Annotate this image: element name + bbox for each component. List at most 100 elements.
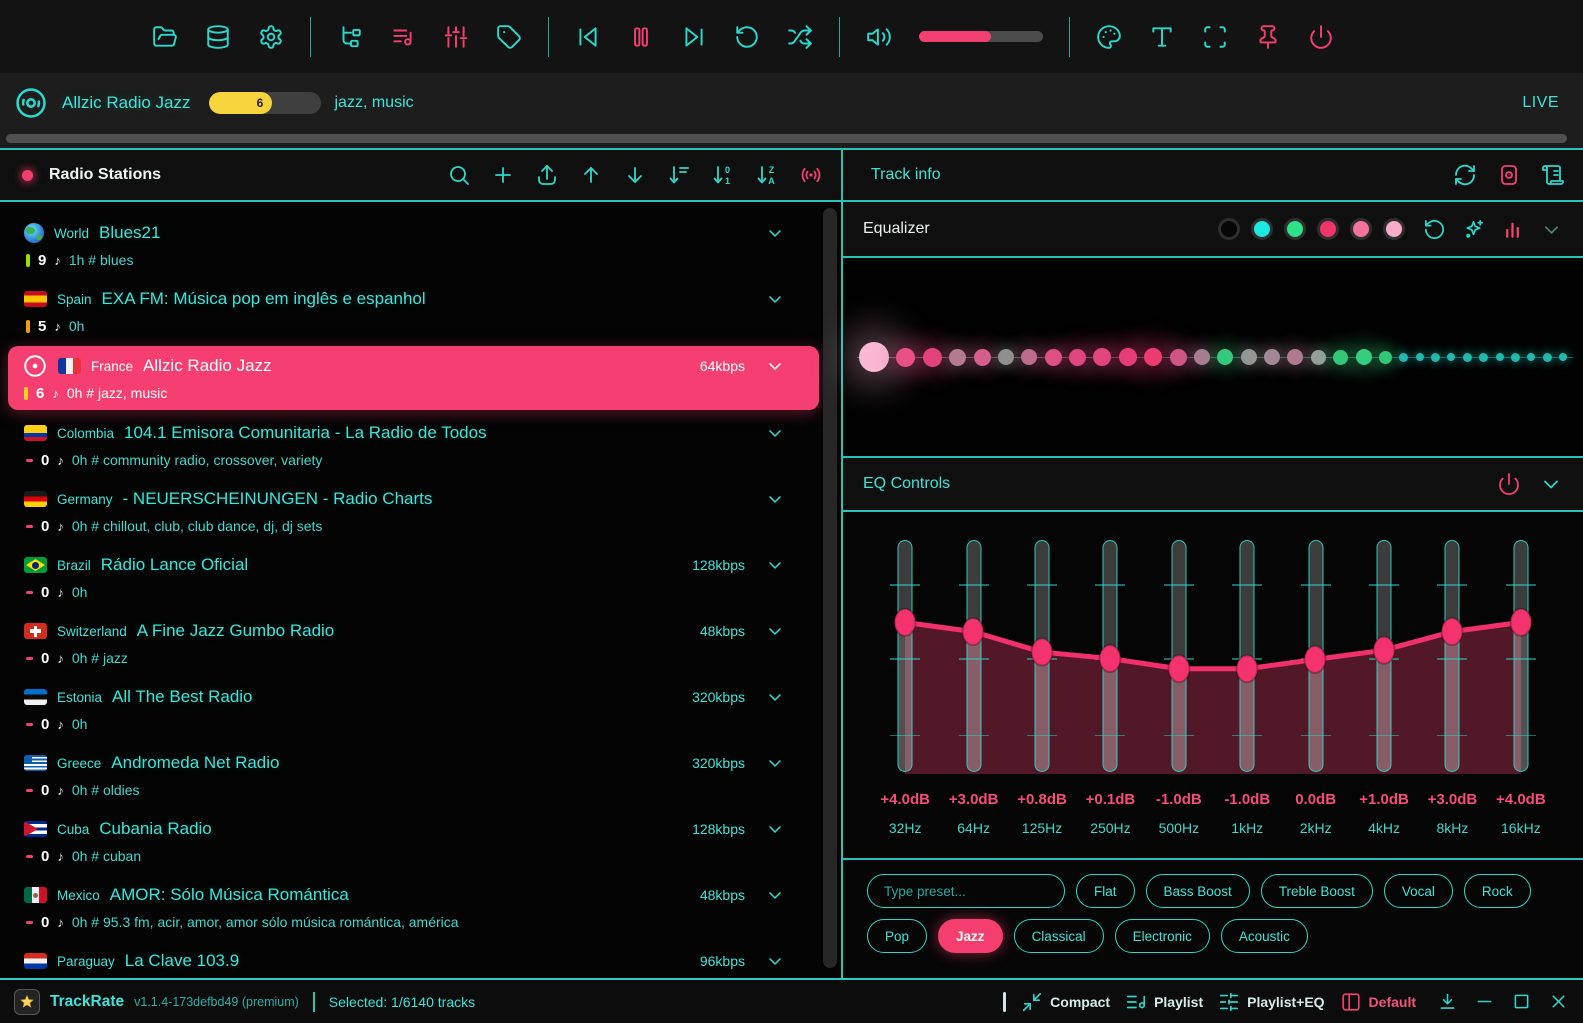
database-icon[interactable] (205, 24, 231, 50)
close-icon[interactable] (1548, 991, 1569, 1012)
scrollbar[interactable] (823, 208, 837, 968)
eq-band-4kHz[interactable] (1350, 540, 1418, 774)
eq-band-250Hz[interactable] (1076, 540, 1144, 774)
text-type-icon[interactable] (1149, 24, 1175, 50)
eq-slider-track[interactable] (1444, 540, 1460, 772)
eq-slider-track[interactable] (1171, 540, 1187, 772)
fullscreen-icon[interactable] (1202, 24, 1228, 50)
upload-icon[interactable] (535, 163, 559, 187)
eq-slider-track[interactable] (1513, 540, 1529, 772)
mini-bars-icon[interactable] (1501, 218, 1524, 241)
tree-icon[interactable] (337, 24, 363, 50)
eq-color-swatch-1[interactable] (1251, 218, 1273, 240)
station-expand-chevron-icon[interactable] (765, 356, 785, 376)
chevron-down-icon[interactable] (1540, 218, 1563, 241)
eq-slider-track[interactable] (1034, 540, 1050, 772)
skip-forward-icon[interactable] (681, 24, 707, 50)
eq-band-500Hz[interactable] (1145, 540, 1213, 774)
station-expand-chevron-icon[interactable] (765, 223, 785, 243)
eq-slider-track[interactable] (1239, 540, 1255, 772)
eq-color-swatch-3[interactable] (1317, 218, 1339, 240)
folder-open-icon[interactable] (152, 24, 178, 50)
preset-button-vocal[interactable]: Vocal (1383, 874, 1453, 908)
power-icon[interactable] (1308, 24, 1334, 50)
preset-button-pop[interactable]: Pop (867, 919, 928, 953)
eq-slider-track[interactable] (1308, 540, 1324, 772)
arrow-down-icon[interactable] (623, 163, 647, 187)
preset-button-jazz[interactable]: Jazz (938, 919, 1003, 953)
eq-band-2kHz[interactable] (1281, 540, 1349, 774)
eq-slider-track[interactable] (1376, 540, 1392, 772)
view-toggle-playlist-eq[interactable]: Playlist+EQ (1218, 991, 1325, 1013)
eq-color-swatch-5[interactable] (1383, 218, 1405, 240)
station-expand-chevron-icon[interactable] (765, 951, 785, 971)
preset-button-rock[interactable]: Rock (1463, 874, 1531, 908)
eq-color-swatch-2[interactable] (1284, 218, 1306, 240)
square-icon-icon[interactable] (1511, 991, 1532, 1012)
preset-button-acoustic[interactable]: Acoustic (1220, 919, 1308, 953)
now-playing-progress[interactable]: 6 (208, 91, 321, 114)
station-row[interactable]: Mexico AMOR: Sólo Música Romántica 48kbps 0… (0, 876, 841, 938)
plus-icon[interactable] (491, 163, 515, 187)
eq-band-32Hz[interactable] (871, 540, 939, 774)
preset-button-bass-boost[interactable]: Bass Boost (1145, 874, 1250, 908)
eq-slider-track[interactable] (966, 540, 982, 772)
rotate-ccw-icon[interactable] (1423, 218, 1446, 241)
station-row[interactable]: Switzerland A Fine Jazz Gumbo Radio 48kbps… (0, 612, 841, 674)
station-expand-chevron-icon[interactable] (765, 885, 785, 905)
station-row[interactable]: Greece Andromeda Net Radio 320kbps 0 ♪ 0h # o… (0, 744, 841, 806)
preset-button-flat[interactable]: Flat (1076, 874, 1135, 908)
preset-search-input[interactable] (867, 874, 1065, 908)
station-expand-chevron-icon[interactable] (765, 819, 785, 839)
shuffle-icon[interactable] (787, 24, 813, 50)
station-expand-chevron-icon[interactable] (765, 289, 785, 309)
download-icon[interactable] (1437, 991, 1458, 1012)
rotate-ccw-icon[interactable] (734, 24, 760, 50)
tag-icon[interactable] (496, 24, 522, 50)
station-row[interactable]: Paraguay La Clave 103.9 96kbps (0, 942, 841, 978)
preset-button-electronic[interactable]: Electronic (1114, 919, 1210, 953)
skip-back-icon[interactable] (575, 24, 601, 50)
volume-slider[interactable] (919, 31, 1043, 42)
seek-bar[interactable] (6, 134, 1567, 143)
view-toggle-compact[interactable]: Compact (1021, 991, 1110, 1013)
station-row[interactable]: Colombia 104.1 Emisora Comunitaria - La R… (0, 414, 841, 476)
preset-button-treble-boost[interactable]: Treble Boost (1260, 874, 1373, 908)
sort-num-icon[interactable]: 01 (711, 163, 735, 187)
station-expand-chevron-icon[interactable] (765, 621, 785, 641)
eq-band-64Hz[interactable] (939, 540, 1007, 774)
station-row[interactable]: World Blues21 9 ♪ 1h # blues (0, 214, 841, 276)
eq-band-1kHz[interactable] (1213, 540, 1281, 774)
eq-slider-track[interactable] (897, 540, 913, 772)
station-expand-chevron-icon[interactable] (765, 753, 785, 773)
chevron-down-icon[interactable] (1539, 472, 1563, 496)
disc-box-icon[interactable] (1497, 163, 1521, 187)
settings-gear-icon[interactable] (258, 24, 284, 50)
eq-color-swatch-4[interactable] (1350, 218, 1372, 240)
sparkles-icon[interactable] (1462, 218, 1485, 241)
station-row[interactable]: Spain EXA FM: Música pop em inglês e espa… (0, 280, 841, 342)
playlist-edit-icon[interactable] (390, 24, 416, 50)
preset-button-classical[interactable]: Classical (1013, 919, 1104, 953)
eq-band-16kHz[interactable] (1487, 540, 1555, 774)
power-icon[interactable] (1497, 472, 1521, 496)
volume-icon[interactable] (866, 24, 892, 50)
view-toggle-default[interactable]: Default (1340, 991, 1416, 1013)
sliders-vertical-icon[interactable] (443, 24, 469, 50)
station-row[interactable]: Estonia All The Best Radio 320kbps 0 ♪ 0h (0, 678, 841, 740)
station-expand-chevron-icon[interactable] (765, 555, 785, 575)
pause-icon[interactable] (628, 24, 654, 50)
sort-alpha-icon[interactable]: ZA (755, 163, 779, 187)
station-row[interactable]: Cuba Cubania Radio 128kbps 0 ♪ 0h # cuban (0, 810, 841, 872)
scroll-icon[interactable] (1541, 163, 1565, 187)
arrow-up-icon[interactable] (579, 163, 603, 187)
eq-band-8kHz[interactable] (1418, 540, 1486, 774)
station-expand-chevron-icon[interactable] (765, 489, 785, 509)
refresh-icon[interactable] (1453, 163, 1477, 187)
pin-icon[interactable] (1255, 24, 1281, 50)
minus-icon[interactable] (1474, 991, 1495, 1012)
eq-slider-track[interactable] (1102, 540, 1118, 772)
eq-color-swatch-0[interactable] (1218, 218, 1240, 240)
station-row[interactable]: Germany - NEUERSCHEINUNGEN - Radio Charts… (0, 480, 841, 542)
station-row[interactable]: France Allzic Radio Jazz 64kbps 6 ♪ 0h # jazz… (8, 346, 819, 410)
